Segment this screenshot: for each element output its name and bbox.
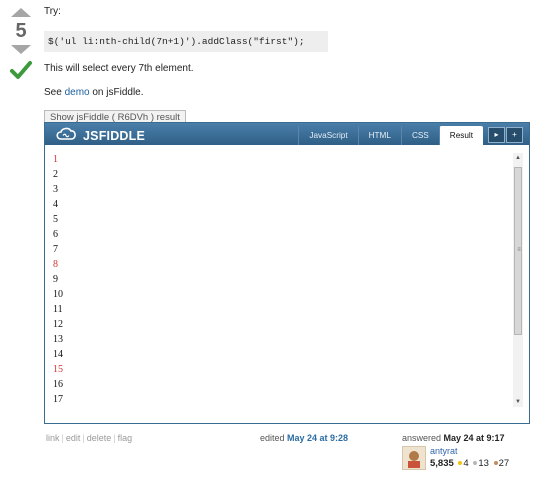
result-list-item: 14 [53,349,63,360]
link-link[interactable]: link [46,433,60,443]
tab-result[interactable]: Result [438,126,483,145]
play-icon[interactable]: ▸ [488,127,505,143]
result-list-item: 16 [53,379,63,390]
bronze-badge-icon [493,461,498,465]
user-card: antyrat 5,835 4 13 27 [402,446,522,474]
result-list-item: 6 [53,229,58,240]
result-list: 1 2 3 4 5 6 7 8 9 10 11 12 13 14 15 16 17 [53,152,63,407]
answer-body: Try: $('ul li:nth-child(7n+1)').addClass… [44,5,524,126]
result-list-item: 13 [53,334,63,345]
upvote-arrow-icon[interactable] [11,8,31,17]
gold-badge-count: 4 [463,458,469,469]
answered-prefix: answered [402,433,444,443]
vote-count: 5 [15,20,27,42]
username-link[interactable]: antyrat [430,446,458,456]
post-menu: link | edit | delete | flag [46,433,133,443]
result-list-item: 7 [53,244,58,255]
scroll-down-arrow-icon[interactable]: ▼ [513,397,523,407]
edited-info: edited May 24 at 9:28 [260,433,348,443]
result-list-item: 12 [53,319,63,330]
accepted-checkmark-icon [6,60,36,83]
jsfiddle-embed: JSFIDDLE JavaScript HTML CSS Result ▸ + … [44,122,530,424]
delete-link[interactable]: delete [87,433,112,443]
edited-time[interactable]: May 24 at 9:28 [287,433,348,443]
downvote-arrow-icon[interactable] [11,45,31,54]
answered-time: May 24 at 9:17 [443,433,505,443]
jsfiddle-logo[interactable]: JSFIDDLE [55,127,145,144]
scroll-up-arrow-icon[interactable]: ▲ [513,153,523,163]
try-label: Try: [44,6,61,17]
demo-link[interactable]: demo [65,87,90,98]
jsfiddle-logo-text: JSFIDDLE [83,128,146,143]
result-list-item: 4 [53,199,58,210]
edit-link[interactable]: edit [66,433,81,443]
silver-badge-count: 13 [478,458,489,469]
result-list-item: 9 [53,274,58,285]
tab-javascript[interactable]: JavaScript [298,126,357,145]
see-demo-text: See demo on jsFiddle. [44,86,524,100]
see-prefix: See [44,87,65,98]
result-list-item: 10 [53,289,63,300]
jsfiddle-tabs: JavaScript HTML CSS Result [298,126,483,145]
answered-info: answered May 24 at 9:17 [402,433,505,443]
result-list-item: 15 [53,364,63,375]
plus-icon[interactable]: + [506,127,523,143]
flag-link[interactable]: flag [118,433,133,443]
result-list-item: 2 [53,169,58,180]
bronze-badge-count: 27 [498,458,510,469]
gold-badge-icon [458,461,463,465]
result-list-item: 5 [53,214,58,225]
code-block: $('ul li:nth-child(7n+1)').addClass("fir… [44,31,328,52]
result-list-item: 17 [53,394,63,405]
reputation-line: 5,835 4 13 27 [430,458,509,469]
jsfiddle-header: JSFIDDLE JavaScript HTML CSS Result ▸ + [45,123,529,145]
result-list-item: 8 [53,259,58,270]
avatar[interactable] [402,446,426,470]
reputation-score: 5,835 [430,458,454,469]
silver-badge-icon [473,461,478,465]
result-scrollbar[interactable]: ▲ ≡ ▼ [513,153,523,407]
see-suffix: on jsFiddle. [89,87,144,98]
cloud-icon [55,127,77,144]
jsfiddle-result-pane: 1 2 3 4 5 6 7 8 9 10 11 12 13 14 15 16 17 ▲ ≡ ▼ [45,145,529,423]
tab-css[interactable]: CSS [400,126,439,145]
tab-html[interactable]: HTML [357,126,401,145]
result-list-item: 11 [53,304,63,315]
result-list-item: 3 [53,184,58,195]
edited-prefix: edited [260,433,288,443]
scroll-thumb[interactable]: ≡ [514,167,522,335]
select-explanation: This will select every 7th element. [44,63,194,74]
vote-cell: 5 [6,8,36,83]
result-list-item: 1 [53,154,58,165]
scroll-grip-icon: ≡ [517,247,521,253]
